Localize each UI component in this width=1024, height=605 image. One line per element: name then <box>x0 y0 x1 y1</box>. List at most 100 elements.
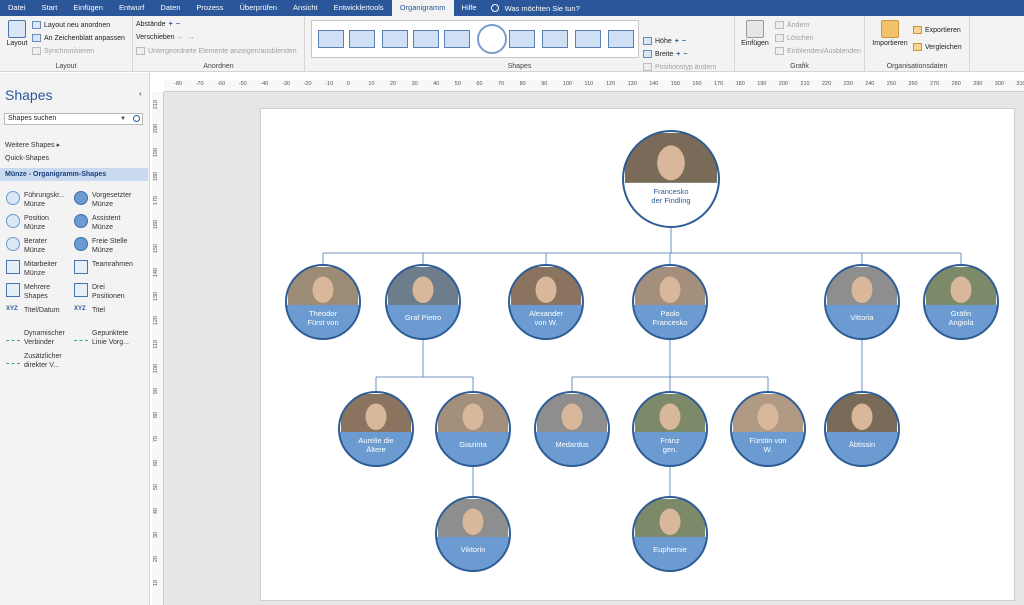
spacing-control[interactable]: Abstände + − <box>136 21 180 28</box>
position-type-button[interactable]: Positionstyp ändern <box>643 63 716 71</box>
minus-icon[interactable]: − <box>683 51 687 58</box>
shape-item-9[interactable]: Drei Positionen <box>74 283 125 301</box>
org-node-l2-2[interactable]: Medardus <box>534 391 610 469</box>
insert-picture-button[interactable]: Einfügen <box>739 20 771 47</box>
show-hide-children-button[interactable]: Untergeordnete Elemente anzeigen/ausblen… <box>136 47 297 55</box>
org-node-l1-2[interactable]: Alexandervon W. <box>508 264 584 342</box>
plus-icon[interactable]: + <box>169 21 173 28</box>
fit-page-button[interactable]: An Zeichenblatt anpassen <box>32 34 125 42</box>
org-node-root[interactable]: Franceskoder Findling <box>622 130 720 231</box>
shape-style-2[interactable] <box>349 30 375 48</box>
org-node-l2-3[interactable]: Franzgen. <box>632 391 708 469</box>
collapse-panel-icon[interactable]: ‹ <box>139 89 142 98</box>
tab-9[interactable]: Organigramm <box>391 0 454 16</box>
shape-item-12[interactable]: Dynamischer Verbinder <box>6 329 65 347</box>
dropdown-icon[interactable]: ▼ <box>120 114 126 124</box>
ruler-tick-label: 210 <box>800 81 810 87</box>
tab-3[interactable]: Entwurf <box>111 0 152 16</box>
show-hide-picture-button[interactable]: Einblenden/Ausblenden <box>775 47 861 55</box>
minus-icon[interactable]: − <box>682 38 686 45</box>
portrait-face <box>659 403 681 431</box>
shape-item-5[interactable]: Freie Stelle Münze <box>74 237 127 255</box>
shape-item-14[interactable]: Zusätzlicher direkter V... <box>6 352 62 370</box>
shape-style-8[interactable] <box>542 30 568 48</box>
sync-button[interactable]: Synchronisieren <box>32 47 94 55</box>
height-icon <box>643 37 652 45</box>
arrow-left-icon[interactable]: ← <box>178 34 185 41</box>
shape-item-7[interactable]: Teamrahmen <box>74 260 133 274</box>
tab-2[interactable]: Einfügen <box>65 0 111 16</box>
compare-button[interactable]: Vergleichen <box>913 43 962 51</box>
shape-style-1[interactable] <box>318 30 344 48</box>
org-node-l2-1[interactable]: Giazinta <box>435 391 511 469</box>
shape-item-sublabel: Shapes <box>24 293 48 300</box>
ruler-tick-label: 110 <box>153 340 159 349</box>
org-node-l2-0[interactable]: Aurelie dieÄltere <box>338 391 414 469</box>
shape-item-0[interactable]: Führungskr... Münze <box>6 191 65 209</box>
shape-item-11[interactable]: XYZ Titel <box>74 306 105 320</box>
plus-icon[interactable]: + <box>675 38 679 45</box>
shape-style-10[interactable] <box>608 30 634 48</box>
change-picture-button[interactable]: Ändern <box>775 21 810 29</box>
tab-10[interactable]: Hilfe <box>454 0 485 16</box>
import-button[interactable]: Importieren <box>871 20 909 47</box>
shape-style-6[interactable] <box>477 24 507 54</box>
shape-item-1[interactable]: Vorgesetzter Münze <box>74 191 131 209</box>
show-hide-picture-icon <box>775 47 784 55</box>
org-node-l1-1[interactable]: Graf Pietro <box>385 264 461 342</box>
tab-1[interactable]: Start <box>34 0 66 16</box>
shape-style-5[interactable] <box>444 30 470 48</box>
shape-item-4[interactable]: Berater Münze <box>6 237 47 255</box>
tab-8[interactable]: Entwicklertools <box>326 0 392 16</box>
more-shapes-menu[interactable]: Weitere Shapes ▸ <box>5 141 60 149</box>
shape-style-7[interactable] <box>509 30 535 48</box>
arrow-right-icon[interactable]: → <box>188 34 195 41</box>
tab-6[interactable]: Überprüfen <box>232 0 286 16</box>
show-hide-icon <box>136 47 145 55</box>
width-control[interactable]: Breite + − <box>643 50 687 58</box>
shape-style-9[interactable] <box>575 30 601 48</box>
shape-style-4[interactable] <box>413 30 439 48</box>
tab-5[interactable]: Prozess <box>188 0 231 16</box>
portrait-face <box>412 276 434 304</box>
org-node-l2-4[interactable]: Fürstin vonW. <box>730 391 806 469</box>
org-node-l1-0[interactable]: TheodorFürst von <box>285 264 361 342</box>
plus-icon[interactable]: + <box>676 51 680 58</box>
shape-item-10[interactable]: XYZ Titel/Datum <box>6 306 60 320</box>
shape-item-8[interactable]: Mehrere Shapes <box>6 283 50 301</box>
tell-me-search[interactable]: Was möchten Sie tun? <box>485 4 580 13</box>
delete-picture-button[interactable]: Löschen <box>775 34 813 42</box>
search-shapes-input[interactable]: Shapes suchen ▼ <box>4 113 143 125</box>
relayout-button[interactable]: Layout neu anordnen <box>32 21 110 29</box>
name-band <box>633 536 707 571</box>
shape-style-3[interactable] <box>382 30 408 48</box>
drawing-page[interactable]: Francesko der Findling Theodor Fürst von Gra… <box>260 108 1015 601</box>
org-node-l1-5[interactable]: GräfinAngiola <box>923 264 999 342</box>
shape-item-13[interactable]: Gepunktete Linie Vorg... <box>74 329 129 347</box>
tab-7[interactable]: Ansicht <box>285 0 326 16</box>
shape-item-2[interactable]: Position Münze <box>6 214 49 232</box>
ruler-tick-label: 220 <box>822 81 832 87</box>
layout-button[interactable]: Layout <box>4 20 30 47</box>
shape-item-sublabel: Münze <box>24 270 46 277</box>
org-node-l3-0[interactable]: Viktorin <box>435 496 511 574</box>
name-band <box>386 304 460 339</box>
shape-item-6[interactable]: Mitarbeiter Münze <box>6 260 57 278</box>
portrait-face <box>657 145 685 181</box>
ruler-tick-label: 30 <box>411 81 418 87</box>
move-control[interactable]: Verschieben ← → <box>136 34 195 41</box>
stencil-category[interactable]: Münze - Organigramm-Shapes <box>0 168 148 181</box>
org-node-l1-3[interactable]: PaoloFrancesko <box>632 264 708 342</box>
tab-4[interactable]: Daten <box>152 0 188 16</box>
shape-item-3[interactable]: Assistent Münze <box>74 214 120 232</box>
org-node-l1-4[interactable]: Vittoria <box>824 264 900 342</box>
org-node-l3-1[interactable]: Euphemie <box>632 496 708 574</box>
height-control[interactable]: Höhe + − <box>643 37 686 45</box>
search-icon[interactable] <box>133 115 140 122</box>
export-button[interactable]: Exportieren <box>913 26 961 34</box>
tab-0[interactable]: Datei <box>0 0 34 16</box>
minus-icon[interactable]: − <box>176 21 180 28</box>
org-node-l2-5[interactable]: Äbtissin <box>824 391 900 469</box>
ruler-tick-label: 160 <box>153 220 159 230</box>
quick-shapes-item[interactable]: Quick-Shapes <box>5 155 49 162</box>
